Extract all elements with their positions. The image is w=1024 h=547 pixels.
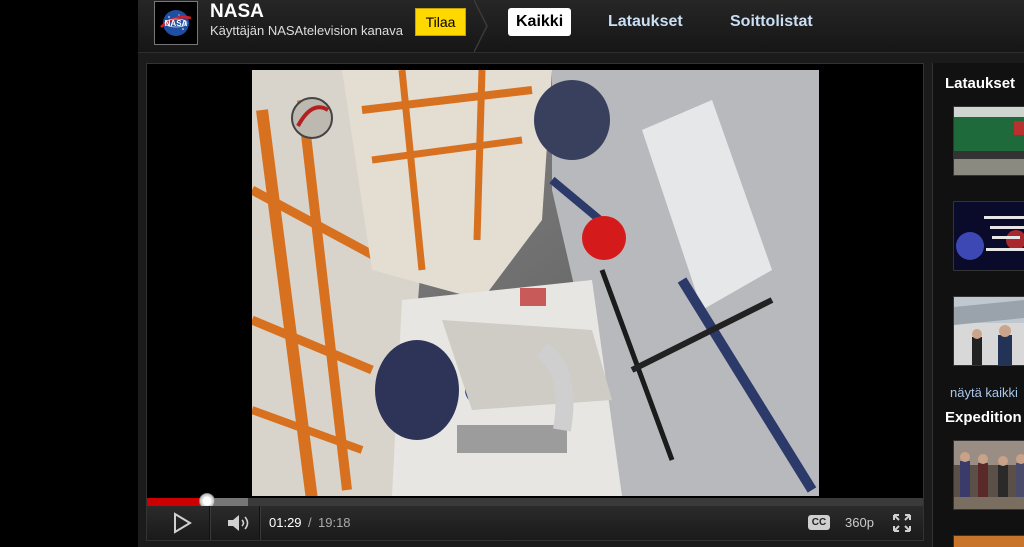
progress-played <box>147 498 207 506</box>
quality-button[interactable]: 360p <box>845 515 874 530</box>
sidebar: Lataukset näytä kaikki Expedition <box>932 63 1024 547</box>
thumbnail-image <box>954 107 1024 175</box>
channel-subtitle: Käyttäjän NASAtelevision kanava <box>210 23 403 38</box>
thumbnail-image <box>954 441 1024 509</box>
video-player[interactable]: 01:29 / 19:18 CC 360p <box>146 63 924 541</box>
tab-all[interactable]: Kaikki <box>508 8 572 36</box>
subscribe-button[interactable]: Tilaa <box>415 8 466 36</box>
nasa-logo-icon: NASA <box>160 10 192 36</box>
player-controls: 01:29 / 19:18 CC 360p <box>147 506 923 540</box>
page: NASA NASA Käyttäjän NASAtelevision kanav… <box>0 0 1024 547</box>
tab-playlists[interactable]: Soittolistat <box>730 8 813 36</box>
video-thumbnail[interactable] <box>953 106 1024 176</box>
progress-bar[interactable] <box>147 493 923 509</box>
video-frame[interactable] <box>252 70 819 496</box>
channel-name[interactable]: NASA <box>210 1 264 23</box>
channel-page: NASA NASA Käyttäjän NASAtelevision kanav… <box>138 0 1024 547</box>
current-time: 01:29 <box>269 515 302 530</box>
sidebar-uploads-heading[interactable]: Lataukset <box>945 75 1015 92</box>
left-gutter <box>0 0 138 547</box>
time-separator: / <box>308 515 312 530</box>
fullscreen-icon[interactable] <box>892 513 912 533</box>
controls-divider <box>259 506 261 540</box>
captions-button[interactable]: CC <box>808 515 830 530</box>
svg-text:NASA: NASA <box>165 19 188 28</box>
channel-avatar[interactable]: NASA <box>154 1 198 45</box>
video-thumbnail[interactable] <box>953 201 1024 271</box>
volume-icon[interactable] <box>225 511 253 535</box>
video-thumbnail[interactable] <box>953 535 1024 547</box>
controls-divider <box>209 506 211 540</box>
header-divider-chevron <box>474 0 488 52</box>
sidebar-expedition-heading[interactable]: Expedition <box>945 409 1022 426</box>
thumbnail-image <box>954 202 1024 270</box>
tab-uploads[interactable]: Lataukset <box>608 8 683 36</box>
video-thumbnail[interactable] <box>953 296 1024 366</box>
video-thumbnail[interactable] <box>953 440 1024 510</box>
show-all-link[interactable]: näytä kaikki <box>950 385 1018 400</box>
video-still-image <box>252 70 819 496</box>
channel-header: NASA NASA Käyttäjän NASAtelevision kanav… <box>138 0 1024 53</box>
thumbnail-image <box>954 297 1024 365</box>
thumbnail-image <box>954 536 1024 547</box>
total-duration: 19:18 <box>318 515 351 530</box>
play-icon[interactable] <box>171 511 193 535</box>
